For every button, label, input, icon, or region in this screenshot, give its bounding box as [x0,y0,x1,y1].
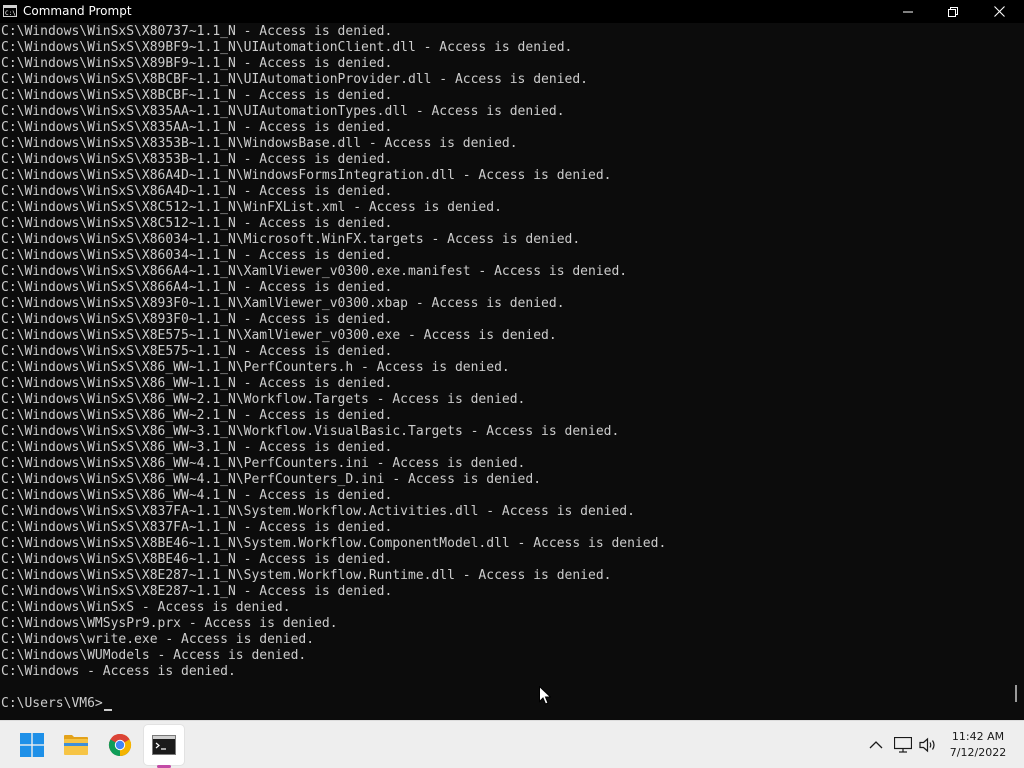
window-title: Command Prompt [23,4,132,18]
console-line: C:\Windows - Access is denied. [1,664,236,679]
close-button[interactable] [976,0,1022,23]
system-clock[interactable]: 11:42 AM 7/12/2022 [938,729,1018,761]
console-line: C:\Windows\WinSxS\X86034~1.1_N\Microsoft… [1,232,581,247]
minimize-icon [903,11,913,12]
taskbar-app-chrome[interactable] [100,725,140,765]
console-line: C:\Windows\WinSxS\X866A4~1.1_N - Access … [1,280,393,295]
mouse-pointer-icon [539,686,551,705]
console-line: C:\Windows\WinSxS\X893F0~1.1_N - Access … [1,312,393,327]
terminal-icon [152,735,176,755]
chrome-icon [108,733,132,757]
console-line: C:\Windows\WinSxS\X89BF9~1.1_N\UIAutomat… [1,40,573,55]
start-button[interactable] [12,725,52,765]
console-line: C:\Windows\WinSxS\X8353B~1.1_N\WindowsBa… [1,136,518,151]
close-icon [993,6,1005,17]
scrollbar-thumb[interactable] [1015,685,1017,702]
console-lines: C:\Windows\WinSxS\X80737~1.1_N - Access … [0,24,1014,680]
console-line: C:\Windows\WinSxS\X86_WW~4.1_N\PerfCount… [1,472,542,487]
console-output[interactable]: C:\Windows\WinSxS\X80737~1.1_N - Access … [0,24,1014,720]
console-line: C:\Windows\WUModels - Access is denied. [1,648,307,663]
folder-icon [64,735,88,755]
volume-icon [919,737,935,753]
title-bar[interactable]: C:\ Command Prompt [0,0,1024,23]
console-line: C:\Windows\WinSxS\X86_WW~3.1_N\Workflow.… [1,424,620,439]
taskbar: 11:42 AM 7/12/2022 [0,720,1024,768]
volume-button[interactable] [918,735,938,755]
console-line: C:\Windows\WinSxS\X86034~1.1_N - Access … [1,248,393,263]
console-line: C:\Windows\WinSxS\X866A4~1.1_N\XamlViewe… [1,264,628,279]
command-prompt-line[interactable]: C:\Users\VM6> [0,696,1014,712]
console-line: C:\Windows\WinSxS\X86_WW~4.1_N\PerfCount… [1,456,526,471]
restore-icon [948,6,958,17]
console-line: C:\Windows\WinSxS\X8BCBF~1.1_N\UIAutomat… [1,72,588,87]
console-line: C:\Windows\WinSxS - Access is denied. [1,600,291,615]
console-line: C:\Windows\WinSxS\X837FA~1.1_N - Access … [1,520,393,535]
prompt-text: C:\Users\VM6> [1,696,103,711]
console-line: C:\Windows\WinSxS\X8C512~1.1_N - Access … [1,216,393,231]
minimize-button[interactable] [885,0,931,23]
console-line: C:\Windows\WinSxS\X8BE46~1.1_N - Access … [1,552,393,567]
console-line: C:\Windows\WinSxS\X8E575~1.1_N - Access … [1,344,393,359]
console-line: C:\Windows\WinSxS\X835AA~1.1_N\UIAutomat… [1,104,565,119]
console-line: C:\Windows\WinSxS\X86_WW~4.1_N - Access … [1,488,393,503]
taskbar-app-command-prompt[interactable] [144,725,184,765]
console-line: C:\Windows\WinSxS\X86_WW~3.1_N - Access … [1,440,393,455]
console-line: C:\Windows\WinSxS\X8E287~1.1_N\System.Wo… [1,568,612,583]
console-line: C:\Windows\WinSxS\X89BF9~1.1_N - Access … [1,56,393,71]
console-line: C:\Windows\WinSxS\X8E287~1.1_N - Access … [1,584,393,599]
maximize-button[interactable] [930,0,976,23]
console-line: C:\Windows\WinSxS\X86_WW~1.1_N - Access … [1,376,393,391]
show-hidden-icons-button[interactable] [866,735,886,755]
network-button[interactable] [893,735,913,755]
clock-time: 11:42 AM [951,730,1005,743]
console-line: C:\Windows\WinSxS\X8353B~1.1_N - Access … [1,152,393,167]
console-line: C:\Windows\WinSxS\X8BCBF~1.1_N - Access … [1,88,393,103]
taskbar-app-file-explorer[interactable] [56,725,96,765]
clock-date: 7/12/2022 [949,746,1007,759]
console-line: C:\Windows\WMSysPr9.prx - Access is deni… [1,616,338,631]
console-line: C:\Windows\WinSxS\X86A4D~1.1_N - Access … [1,184,393,199]
windows-start-icon [20,733,44,757]
console-line: C:\Windows\WinSxS\X8C512~1.1_N\WinFXList… [1,200,502,215]
console-line: C:\Windows\WinSxS\X835AA~1.1_N - Access … [1,120,393,135]
console-line: C:\Windows\WinSxS\X86A4D~1.1_N\WindowsFo… [1,168,612,183]
console-line: C:\Windows\write.exe - Access is denied. [1,632,315,647]
console-line: C:\Windows\WinSxS\X893F0~1.1_N\XamlViewe… [1,296,565,311]
console-line: C:\Windows\WinSxS\X8BE46~1.1_N\System.Wo… [1,536,667,551]
chevron-up-icon [869,741,883,749]
text-cursor [103,709,112,711]
cmd-app-icon: C:\ [3,5,17,17]
console-line: C:\Windows\WinSxS\X8E575~1.1_N\XamlViewe… [1,328,557,343]
network-icon [894,737,912,753]
console-line: C:\Windows\WinSxS\X80737~1.1_N - Access … [1,24,393,39]
svg-text:C:\: C:\ [5,10,16,17]
console-line: C:\Windows\WinSxS\X837FA~1.1_N\System.Wo… [1,504,635,519]
console-line: C:\Windows\WinSxS\X86_WW~2.1_N - Access … [1,408,393,423]
console-line: C:\Windows\WinSxS\X86_WW~1.1_N\PerfCount… [1,360,510,375]
console-line: C:\Windows\WinSxS\X86_WW~2.1_N\Workflow.… [1,392,526,407]
